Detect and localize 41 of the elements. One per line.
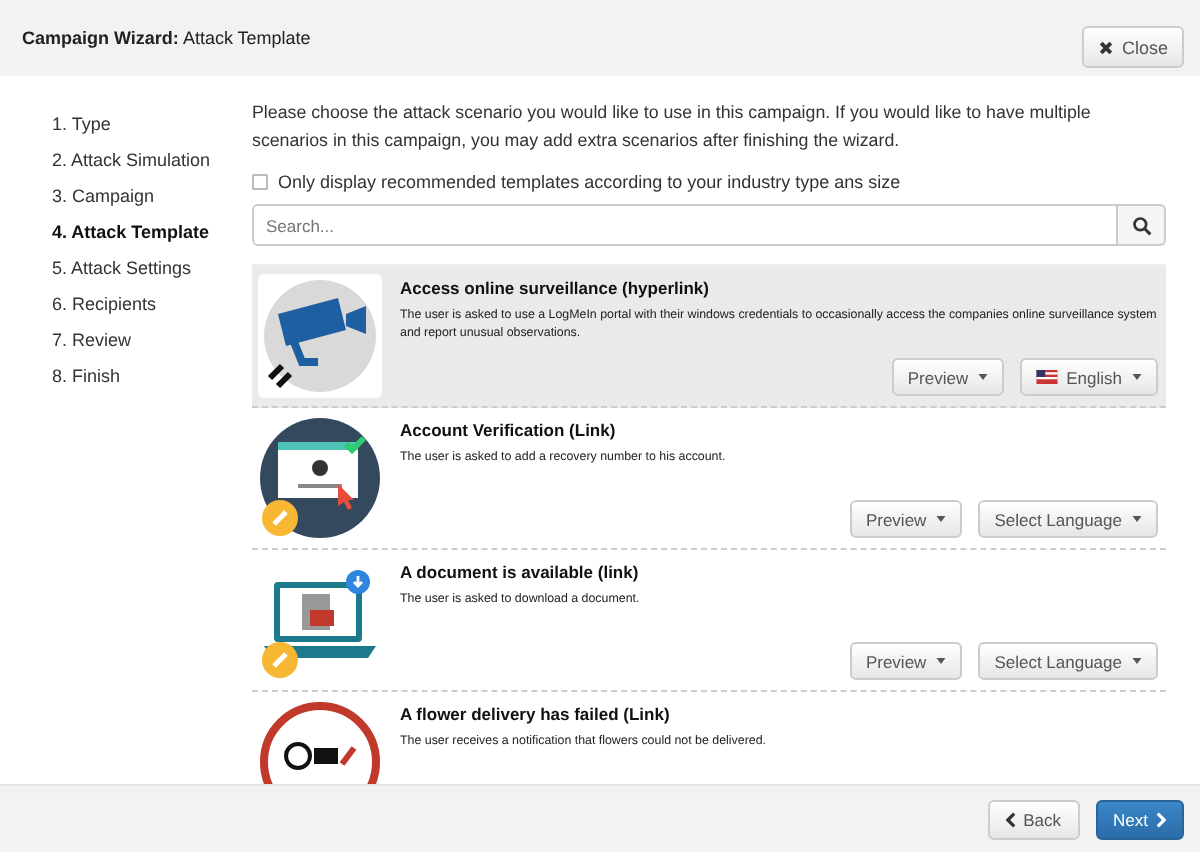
account-verification-icon: [258, 416, 382, 540]
preview-dropdown[interactable]: Preview: [891, 358, 1005, 396]
preview-dropdown[interactable]: Preview: [849, 500, 963, 538]
caret-icon: [1132, 516, 1142, 522]
wizard-step[interactable]: 6. Recipients: [52, 286, 250, 322]
template-title: A flower delivery has failed (Link): [400, 704, 672, 724]
caret-icon: [936, 658, 947, 664]
caret-icon: [1132, 374, 1142, 380]
language-dropdown[interactable]: Select Language: [978, 642, 1158, 680]
wizard-step[interactable]: 3. Campaign: [52, 178, 250, 214]
back-button[interactable]: Back: [987, 799, 1080, 839]
caret-icon: [978, 374, 989, 380]
wizard-step[interactable]: 5. Attack Settings: [52, 250, 250, 286]
wizard-step[interactable]: 8. Finish: [52, 358, 250, 394]
flag-icon: [1036, 370, 1059, 384]
template-title: A document is available (link): [400, 562, 641, 582]
search-icon: [1131, 215, 1151, 235]
language-dropdown[interactable]: English: [1020, 358, 1158, 396]
caret-icon: [1132, 658, 1142, 664]
template-title: Account Verification (Link): [400, 420, 618, 440]
camera-icon: [258, 274, 382, 398]
close-button[interactable]: Close: [1081, 26, 1184, 68]
window-title: Campaign Wizard: Attack Template: [22, 28, 311, 48]
close-icon: [1097, 39, 1114, 55]
search-field[interactable]: Search...: [252, 204, 1118, 246]
template-title: Access online surveillance (hyperlink): [400, 278, 711, 298]
chevron-right-icon: [1156, 811, 1166, 827]
chevron-left-icon: [1005, 811, 1016, 827]
wizard-step[interactable]: 4. Attack Template: [52, 214, 250, 250]
wizard-step[interactable]: 1. Type: [52, 106, 250, 142]
search-button[interactable]: [1118, 204, 1166, 246]
checkbox[interactable]: [252, 174, 268, 190]
template-item[interactable]: [252, 266, 1166, 408]
filter-label: Only display recommended templates according to your industry type ans size: [278, 172, 901, 192]
wizard-step[interactable]: 2. Attack Simulation: [52, 142, 250, 178]
intro-text: Please choose the attack scenario you would like to use in this campaign. If you would like to have multiple scenarios in this campaign, you may add extra scenarios after finishing the wizard.: [252, 100, 1093, 154]
wizard-step[interactable]: 7. Review: [52, 322, 250, 358]
preview-dropdown[interactable]: Preview: [849, 642, 963, 680]
next-button[interactable]: Next: [1095, 799, 1184, 839]
caret-icon: [936, 516, 947, 522]
language-dropdown[interactable]: Select Language: [978, 500, 1158, 538]
